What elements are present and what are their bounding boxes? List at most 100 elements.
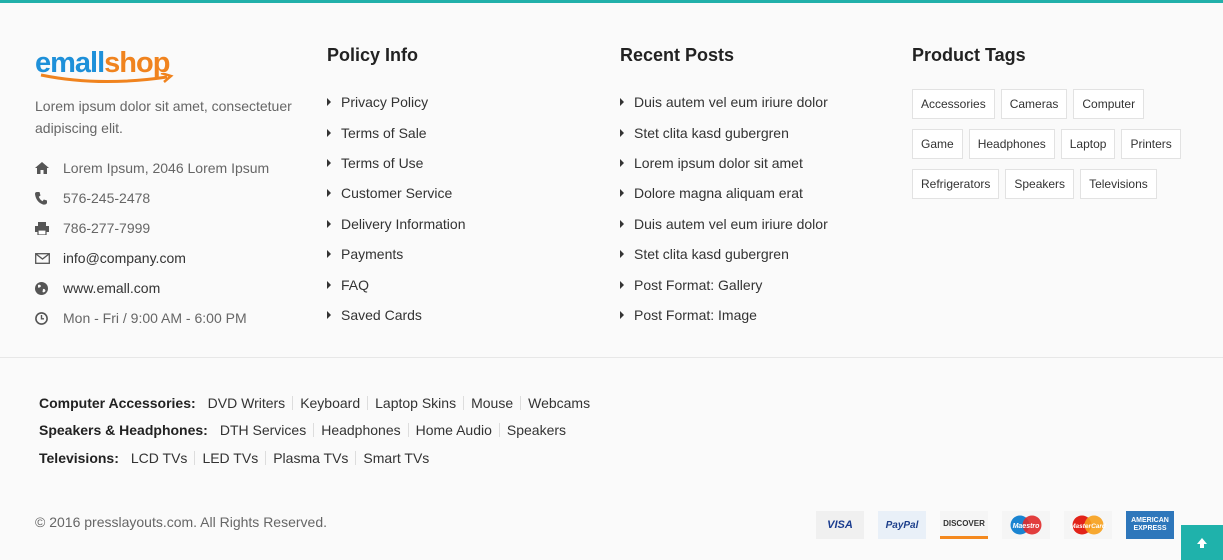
amex-label: AMERICAN EXPRESS (1131, 517, 1169, 532)
discover-icon: DISCOVER (940, 511, 988, 539)
caret-right-icon (620, 158, 624, 167)
list-item-label: Post Format: Image (634, 306, 757, 323)
category-link[interactable]: Mouse (463, 395, 520, 410)
caret-right-icon (327, 310, 331, 319)
category-link[interactable]: Speakers (498, 423, 573, 438)
address-text: Lorem Ipsum, 2046 Lorem Ipsum (63, 160, 270, 176)
tag-speakers[interactable]: Speakers (1005, 169, 1075, 199)
category-link[interactable]: Keyboard (292, 395, 367, 410)
paypal-icon: PayPal (878, 511, 926, 539)
category-link[interactable]: LCD TVs (127, 451, 195, 465)
mastercard-label: MasterCard (1070, 523, 1107, 530)
tag-computer[interactable]: Computer (1073, 89, 1145, 119)
product-tags-title: Product Tags (912, 45, 1026, 65)
recent-posts-title: Recent Posts (620, 45, 735, 65)
contact-list: Lorem Ipsum, 2046 Lorem Ipsum 576-245-24… (35, 153, 269, 333)
caret-right-icon (327, 158, 331, 167)
tag-televisions[interactable]: Televisions (1080, 169, 1157, 199)
policy-link-payments[interactable]: Payments (327, 239, 466, 269)
tag-cameras[interactable]: Cameras (1000, 89, 1068, 119)
recent-post-link[interactable]: Duis autem vel eum iriure dolor (620, 87, 828, 117)
maestro-label: Maestro (1013, 523, 1041, 530)
caret-right-icon (327, 98, 331, 107)
list-item-label: Privacy Policy (341, 94, 429, 111)
recent-post-link[interactable]: Post Format: Image (620, 300, 828, 330)
list-item-label: Post Format: Gallery (634, 276, 763, 293)
home-icon (35, 160, 55, 176)
list-item-label: Duis autem vel eum iriure dolor (634, 94, 828, 111)
policy-link-terms-of-sale[interactable]: Terms of Sale (327, 117, 466, 147)
category-link[interactable]: Webcams (520, 395, 597, 410)
policy-link-saved-cards[interactable]: Saved Cards (327, 300, 466, 330)
tag-refrigerators[interactable]: Refrigerators (912, 169, 1000, 199)
caret-right-icon (620, 310, 624, 319)
clock-icon (35, 310, 55, 326)
visa-label: VISA (827, 519, 853, 531)
list-item-label: Dolore magna aliquam erat (634, 185, 803, 202)
category-title: Computer Accessories: (39, 394, 196, 411)
policy-link-faq[interactable]: FAQ (327, 269, 466, 299)
list-item-label: Saved Cards (341, 306, 422, 323)
contact-email[interactable]: info@company.com (35, 243, 269, 273)
phone-icon (35, 190, 55, 206)
back-to-top-button[interactable] (1181, 525, 1223, 560)
list-item-label: Customer Service (341, 185, 453, 202)
list-item-label: Stet clita kasd gubergren (634, 246, 789, 263)
recent-post-link[interactable]: Stet clita kasd gubergren (620, 239, 828, 269)
discover-label: DISCOVER (943, 519, 985, 528)
policy-link-privacy[interactable]: Privacy Policy (327, 87, 466, 117)
contact-phone: 576-245-2478 (35, 183, 269, 213)
recent-post-link[interactable]: Duis autem vel eum iriure dolor (620, 209, 828, 239)
category-row-computer-accessories: Computer Accessories: DVD Writers Keyboa… (39, 389, 597, 417)
list-item-label: Terms of Use (341, 154, 424, 171)
caret-right-icon (327, 189, 331, 198)
caret-right-icon (327, 219, 331, 228)
tag-printers[interactable]: Printers (1121, 129, 1181, 159)
policy-link-terms-of-use[interactable]: Terms of Use (327, 148, 466, 178)
tag-cloud: Accessories Cameras Computer Game Headph… (912, 89, 1192, 199)
category-link[interactable]: DVD Writers (204, 396, 293, 410)
category-title: Televisions: (39, 449, 119, 466)
printer-icon (35, 220, 55, 236)
envelope-icon (35, 250, 55, 266)
category-link[interactable]: LED TVs (194, 450, 265, 465)
list-item-label: Stet clita kasd gubergren (634, 124, 789, 141)
tag-headphones[interactable]: Headphones (968, 129, 1055, 159)
recent-post-link[interactable]: Lorem ipsum dolor sit amet (620, 148, 828, 178)
tag-laptop[interactable]: Laptop (1060, 129, 1116, 159)
category-link[interactable]: Smart TVs (355, 450, 436, 465)
copyright-text: © 2016 presslayouts.com. All Rights Rese… (35, 514, 328, 530)
policy-link-customer-service[interactable]: Customer Service (327, 178, 466, 208)
fax-text: 786-277-7999 (63, 220, 151, 236)
hours-text: Mon - Fri / 9:00 AM - 6:00 PM (63, 310, 247, 326)
category-link[interactable]: Headphones (313, 423, 407, 438)
list-item-label: Duis autem vel eum iriure dolor (634, 215, 828, 232)
footer-divider (0, 357, 1223, 358)
caret-right-icon (620, 128, 624, 137)
contact-address: Lorem Ipsum, 2046 Lorem Ipsum (35, 153, 269, 183)
category-link[interactable]: DTH Services (216, 423, 313, 437)
tag-game[interactable]: Game (912, 129, 963, 159)
paypal-label: PayPal (885, 519, 919, 531)
logo[interactable]: emallshop (35, 44, 174, 90)
amex-icon: AMERICAN EXPRESS (1126, 511, 1174, 539)
category-link[interactable]: Laptop Skins (367, 395, 463, 410)
contact-website[interactable]: www.emall.com (35, 273, 269, 303)
tag-accessories[interactable]: Accessories (912, 89, 995, 119)
list-item-label: FAQ (341, 276, 370, 293)
caret-right-icon (327, 250, 331, 259)
policy-list: Privacy Policy Terms of Sale Terms of Us… (327, 87, 466, 330)
category-title: Speakers & Headphones: (39, 422, 208, 439)
list-item-label: Lorem ipsum dolor sit amet (634, 154, 803, 171)
recent-post-link[interactable]: Post Format: Gallery (620, 269, 828, 299)
visa-icon: VISA (816, 511, 864, 539)
caret-right-icon (620, 219, 624, 228)
caret-right-icon (620, 98, 624, 107)
recent-post-link[interactable]: Dolore magna aliquam erat (620, 178, 828, 208)
recent-post-link[interactable]: Stet clita kasd gubergren (620, 117, 828, 147)
email-link[interactable]: info@company.com (63, 250, 186, 266)
website-link[interactable]: www.emall.com (63, 280, 160, 296)
category-link[interactable]: Home Audio (407, 423, 499, 438)
policy-link-delivery[interactable]: Delivery Information (327, 209, 466, 239)
category-link[interactable]: Plasma TVs (265, 450, 355, 465)
